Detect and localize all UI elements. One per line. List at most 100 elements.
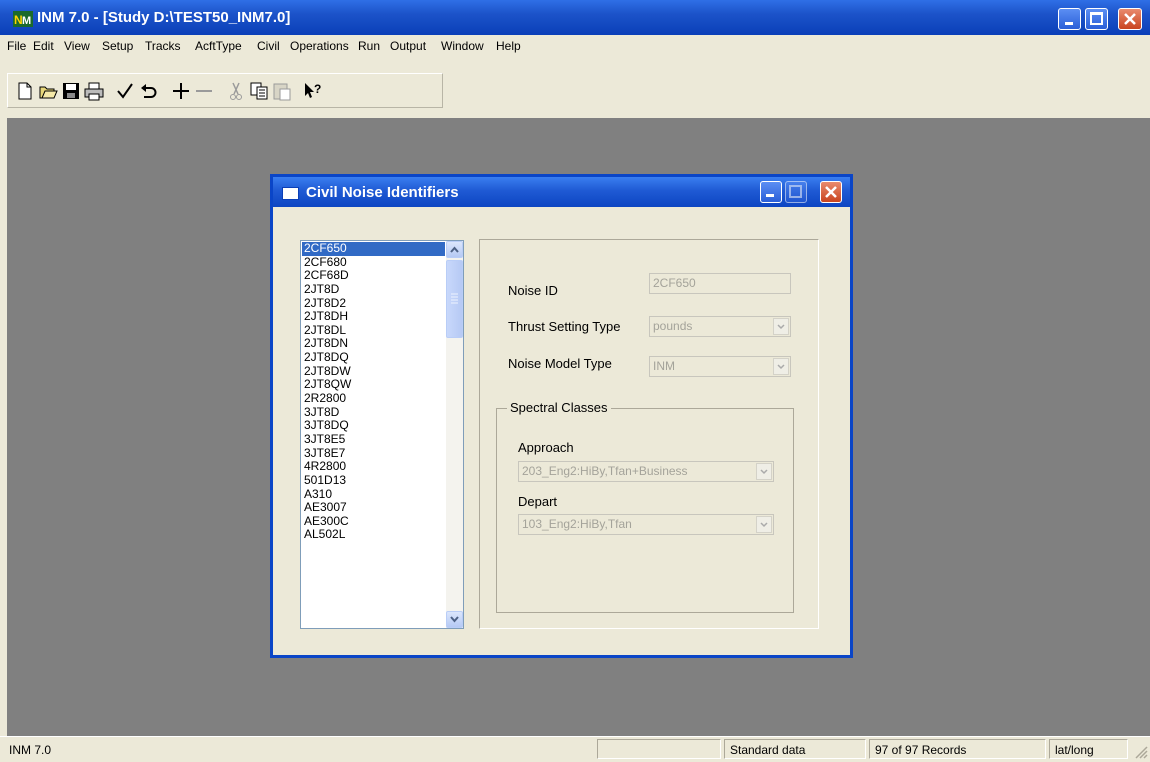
list-item[interactable]: 2JT8DN bbox=[302, 337, 445, 351]
list-item[interactable]: 4R2800 bbox=[302, 460, 445, 474]
undo-icon bbox=[141, 84, 157, 98]
minimize-icon bbox=[766, 194, 774, 197]
svg-text:M: M bbox=[22, 15, 31, 27]
thrust-setting-type-select[interactable]: pounds bbox=[649, 316, 791, 337]
spectral-classes-group: Spectral Classes Approach 203_Eng2:HiBy,… bbox=[496, 400, 794, 613]
dropdown-button[interactable] bbox=[756, 463, 772, 480]
scroll-down-button[interactable] bbox=[446, 611, 463, 628]
list-item[interactable]: 501D13 bbox=[302, 473, 445, 488]
list-item[interactable]: 2JT8DH bbox=[302, 310, 445, 324]
list-scrollbar[interactable] bbox=[446, 241, 463, 628]
list-item[interactable]: 2JT8DL bbox=[302, 323, 445, 338]
list-item[interactable]: 3JT8E7 bbox=[302, 446, 445, 461]
inm-app-icon: N M bbox=[13, 11, 33, 27]
status-pane-coords: lat/long bbox=[1049, 739, 1128, 759]
maximize-icon bbox=[1090, 12, 1103, 25]
list-item[interactable]: 2JT8DW bbox=[302, 364, 445, 379]
depart-value: 103_Eng2:HiBy,Tfan bbox=[522, 517, 632, 531]
list-item-selected[interactable]: 2CF650 bbox=[302, 241, 445, 256]
list-item[interactable]: 2R2800 bbox=[302, 391, 445, 406]
menu-help[interactable]: Help bbox=[496, 39, 521, 53]
list-item[interactable]: AE300C bbox=[302, 514, 445, 529]
approach-select[interactable]: 203_Eng2:HiBy,Tfan+Business bbox=[518, 461, 774, 482]
chevron-down-icon bbox=[760, 469, 768, 475]
list-item[interactable]: 3JT8D bbox=[302, 405, 445, 420]
print-button[interactable] bbox=[83, 80, 105, 102]
list-item[interactable]: 2JT8QW bbox=[302, 378, 445, 392]
chevron-down-icon bbox=[777, 364, 785, 370]
dialog-maximize-button[interactable] bbox=[785, 181, 807, 203]
noise-model-type-label: Noise Model Type bbox=[508, 356, 612, 371]
details-panel: Noise ID 2CF650 Thrust Setting Type poun… bbox=[479, 239, 819, 629]
noise-model-type-select[interactable]: INM bbox=[649, 356, 791, 377]
list-item[interactable]: 3JT8DQ bbox=[302, 419, 445, 433]
chevron-down-icon bbox=[760, 522, 768, 528]
noise-id-field[interactable]: 2CF650 bbox=[649, 273, 791, 294]
copy-button[interactable] bbox=[248, 80, 270, 102]
list-item[interactable]: AL502L bbox=[302, 528, 445, 542]
save-button[interactable] bbox=[60, 80, 82, 102]
menu-setup[interactable]: Setup bbox=[102, 39, 133, 53]
status-app-name: INM 7.0 bbox=[9, 743, 52, 757]
civil-noise-dialog: Civil Noise Identifiers 2CF650 2CF680 2C… bbox=[270, 174, 853, 658]
list-item[interactable]: 2JT8DQ bbox=[302, 350, 445, 365]
menu-file[interactable]: File bbox=[7, 39, 26, 53]
scroll-thumb[interactable] bbox=[446, 260, 463, 338]
menu-run[interactable]: Run bbox=[358, 39, 380, 53]
list-item[interactable]: A310 bbox=[302, 487, 445, 502]
noise-id-listbox[interactable]: 2CF650 2CF680 2CF68D 2JT8D 2JT8D2 2JT8DH… bbox=[300, 240, 464, 629]
menu-operations[interactable]: Operations bbox=[290, 39, 349, 53]
new-icon bbox=[18, 82, 32, 100]
depart-select[interactable]: 103_Eng2:HiBy,Tfan bbox=[518, 514, 774, 535]
scroll-up-button[interactable] bbox=[446, 241, 463, 258]
dropdown-button[interactable] bbox=[773, 318, 789, 335]
chevron-down-icon bbox=[450, 616, 459, 623]
window-title: INM 7.0 - [Study D:\TEST50_INM7.0] bbox=[37, 9, 291, 26]
maximize-icon bbox=[789, 185, 802, 198]
menu-edit[interactable]: Edit bbox=[33, 39, 54, 53]
paste-button[interactable] bbox=[271, 80, 293, 102]
open-button[interactable] bbox=[37, 80, 59, 102]
status-pane-records: 97 of 97 Records bbox=[869, 739, 1046, 759]
maximize-button[interactable] bbox=[1085, 8, 1108, 30]
approach-value: 203_Eng2:HiBy,Tfan+Business bbox=[522, 464, 688, 478]
remove-button[interactable] bbox=[193, 80, 215, 102]
resize-grip-icon[interactable] bbox=[1134, 745, 1148, 759]
dialog-title: Civil Noise Identifiers bbox=[306, 184, 459, 201]
status-record-count: 97 of 97 Records bbox=[875, 743, 967, 757]
list-item[interactable]: 2JT8D2 bbox=[302, 296, 445, 311]
dialog-close-button[interactable] bbox=[820, 181, 842, 203]
new-button[interactable] bbox=[14, 80, 36, 102]
menu-civil[interactable]: Civil bbox=[257, 39, 280, 53]
chevron-down-icon bbox=[777, 324, 785, 330]
add-button[interactable] bbox=[170, 80, 192, 102]
toolbar: ? bbox=[0, 58, 1150, 119]
menu-acfttype[interactable]: AcftType bbox=[195, 39, 242, 53]
close-button[interactable] bbox=[1118, 8, 1142, 30]
cut-button[interactable] bbox=[225, 80, 247, 102]
add-icon bbox=[173, 83, 189, 99]
open-icon bbox=[39, 86, 58, 99]
menu-output[interactable]: Output bbox=[390, 39, 426, 53]
menu-view[interactable]: View bbox=[64, 39, 90, 53]
status-coordinate-mode: lat/long bbox=[1055, 743, 1094, 757]
remove-icon bbox=[196, 90, 212, 92]
dialog-minimize-button[interactable] bbox=[760, 181, 782, 203]
context-help-button[interactable]: ? bbox=[301, 80, 323, 102]
dropdown-button[interactable] bbox=[773, 358, 789, 375]
list-item[interactable]: 3JT8E5 bbox=[302, 432, 445, 447]
validate-button[interactable] bbox=[114, 80, 136, 102]
list-item[interactable]: AE3007 bbox=[302, 501, 445, 515]
menu-tracks[interactable]: Tracks bbox=[145, 39, 181, 53]
check-icon bbox=[117, 83, 133, 99]
paste-icon bbox=[273, 83, 291, 101]
list-item[interactable]: 2CF68D bbox=[302, 269, 445, 283]
list-item[interactable]: 2CF680 bbox=[302, 255, 445, 270]
menu-window[interactable]: Window bbox=[441, 39, 484, 53]
list-item[interactable]: 2JT8D bbox=[302, 282, 445, 297]
cut-icon bbox=[230, 82, 242, 100]
undo-button[interactable] bbox=[138, 80, 160, 102]
chevron-up-icon bbox=[450, 246, 459, 253]
minimize-button[interactable] bbox=[1058, 8, 1081, 30]
dropdown-button[interactable] bbox=[756, 516, 772, 533]
